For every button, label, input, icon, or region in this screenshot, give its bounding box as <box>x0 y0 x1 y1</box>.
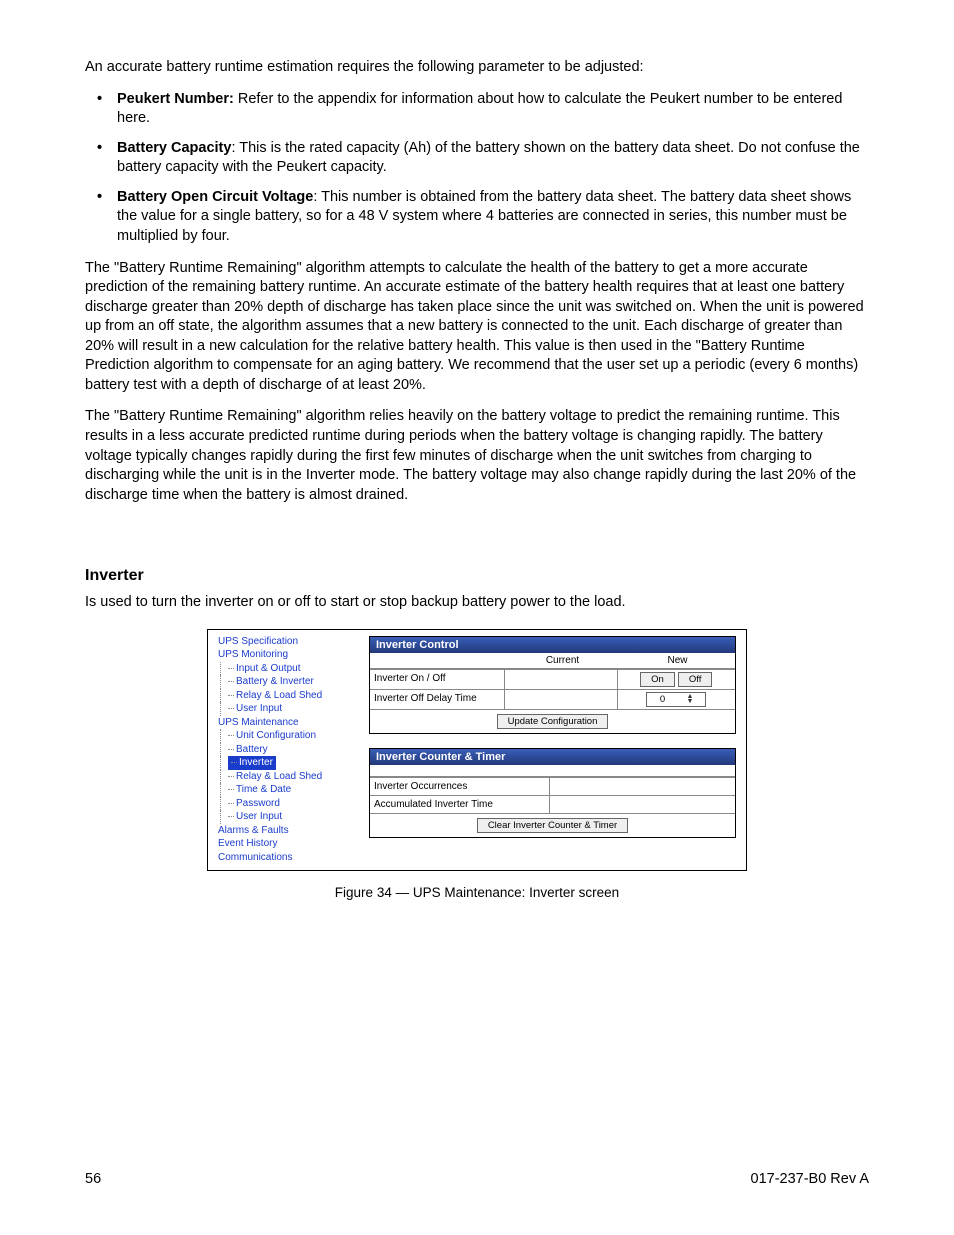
tree-unit-config[interactable]: Unit Configuration <box>218 729 357 743</box>
para-algorithm-1: The "Battery Runtime Remaining" algorith… <box>85 259 869 396</box>
bullet-item: Battery Capacity: This is the rated capa… <box>85 139 869 178</box>
tree-user-input[interactable]: User Input <box>218 702 357 716</box>
row-accum-time-label: Accumulated Inverter Time <box>370 796 550 813</box>
panel-header: Inverter Counter & Timer <box>370 749 735 765</box>
tree-time-date[interactable]: Time & Date <box>218 783 357 797</box>
section-intro: Is used to turn the inverter on or off t… <box>85 593 869 613</box>
tree-ups-spec[interactable]: UPS Specification <box>218 635 357 649</box>
inverter-counter-panel: Inverter Counter & Timer Inverter Occurr… <box>369 748 736 838</box>
bullet-list: Peukert Number: Refer to the appendix fo… <box>85 90 869 247</box>
tree-battery[interactable]: Battery <box>218 743 357 757</box>
tree-relay-loadshed[interactable]: Relay & Load Shed <box>218 689 357 703</box>
row-delay-label: Inverter Off Delay Time <box>370 690 505 709</box>
on-button[interactable]: On <box>640 672 675 687</box>
tree-user-input-2[interactable]: User Input <box>218 810 357 824</box>
panel-header: Inverter Control <box>370 637 735 653</box>
tree-battery-inverter[interactable]: Battery & Inverter <box>218 675 357 689</box>
bullet-item: Peukert Number: Refer to the appendix fo… <box>85 90 869 129</box>
spinner-icon[interactable]: ▲▼ <box>678 694 703 704</box>
tree-relay-loadshed-2[interactable]: Relay & Load Shed <box>218 770 357 784</box>
clear-counter-button[interactable]: Clear Inverter Counter & Timer <box>477 818 628 833</box>
bullet-item: Battery Open Circuit Voltage: This numbe… <box>85 188 869 247</box>
inverter-control-panel: Inverter Control Current New Inverter On… <box>369 636 736 734</box>
doc-id: 017-237-B0 Rev A <box>751 1171 870 1187</box>
update-config-button[interactable]: Update Configuration <box>497 714 609 729</box>
section-heading-inverter: Inverter <box>85 567 869 585</box>
page-number: 56 <box>85 1171 101 1187</box>
para-algorithm-2: The "Battery Runtime Remaining" algorith… <box>85 407 869 505</box>
delay-time-stepper[interactable]: 0 ▲▼ <box>646 692 706 707</box>
off-button[interactable]: Off <box>678 672 713 687</box>
tree-inverter-selected[interactable]: Inverter <box>218 756 357 770</box>
row-occurrences-label: Inverter Occurrences <box>370 778 550 795</box>
tree-password[interactable]: Password <box>218 797 357 811</box>
row-inverter-onoff-label: Inverter On / Off <box>370 670 505 689</box>
nav-tree: UPS Specification UPS Monitoring Input &… <box>208 630 363 871</box>
tree-input-output[interactable]: Input & Output <box>218 662 357 676</box>
tree-ups-monitoring[interactable]: UPS Monitoring <box>218 648 357 662</box>
intro-para: An accurate battery runtime estimation r… <box>85 58 869 78</box>
col-current: Current <box>505 653 620 668</box>
col-new: New <box>620 653 735 668</box>
tree-ups-maintenance[interactable]: UPS Maintenance <box>218 716 357 730</box>
tree-communications[interactable]: Communications <box>218 851 357 865</box>
tree-event-history[interactable]: Event History <box>218 837 357 851</box>
tree-alarms-faults[interactable]: Alarms & Faults <box>218 824 357 838</box>
figure-caption: Figure 34 — UPS Maintenance: Inverter sc… <box>207 885 747 900</box>
screenshot-panel: UPS Specification UPS Monitoring Input &… <box>207 629 747 872</box>
